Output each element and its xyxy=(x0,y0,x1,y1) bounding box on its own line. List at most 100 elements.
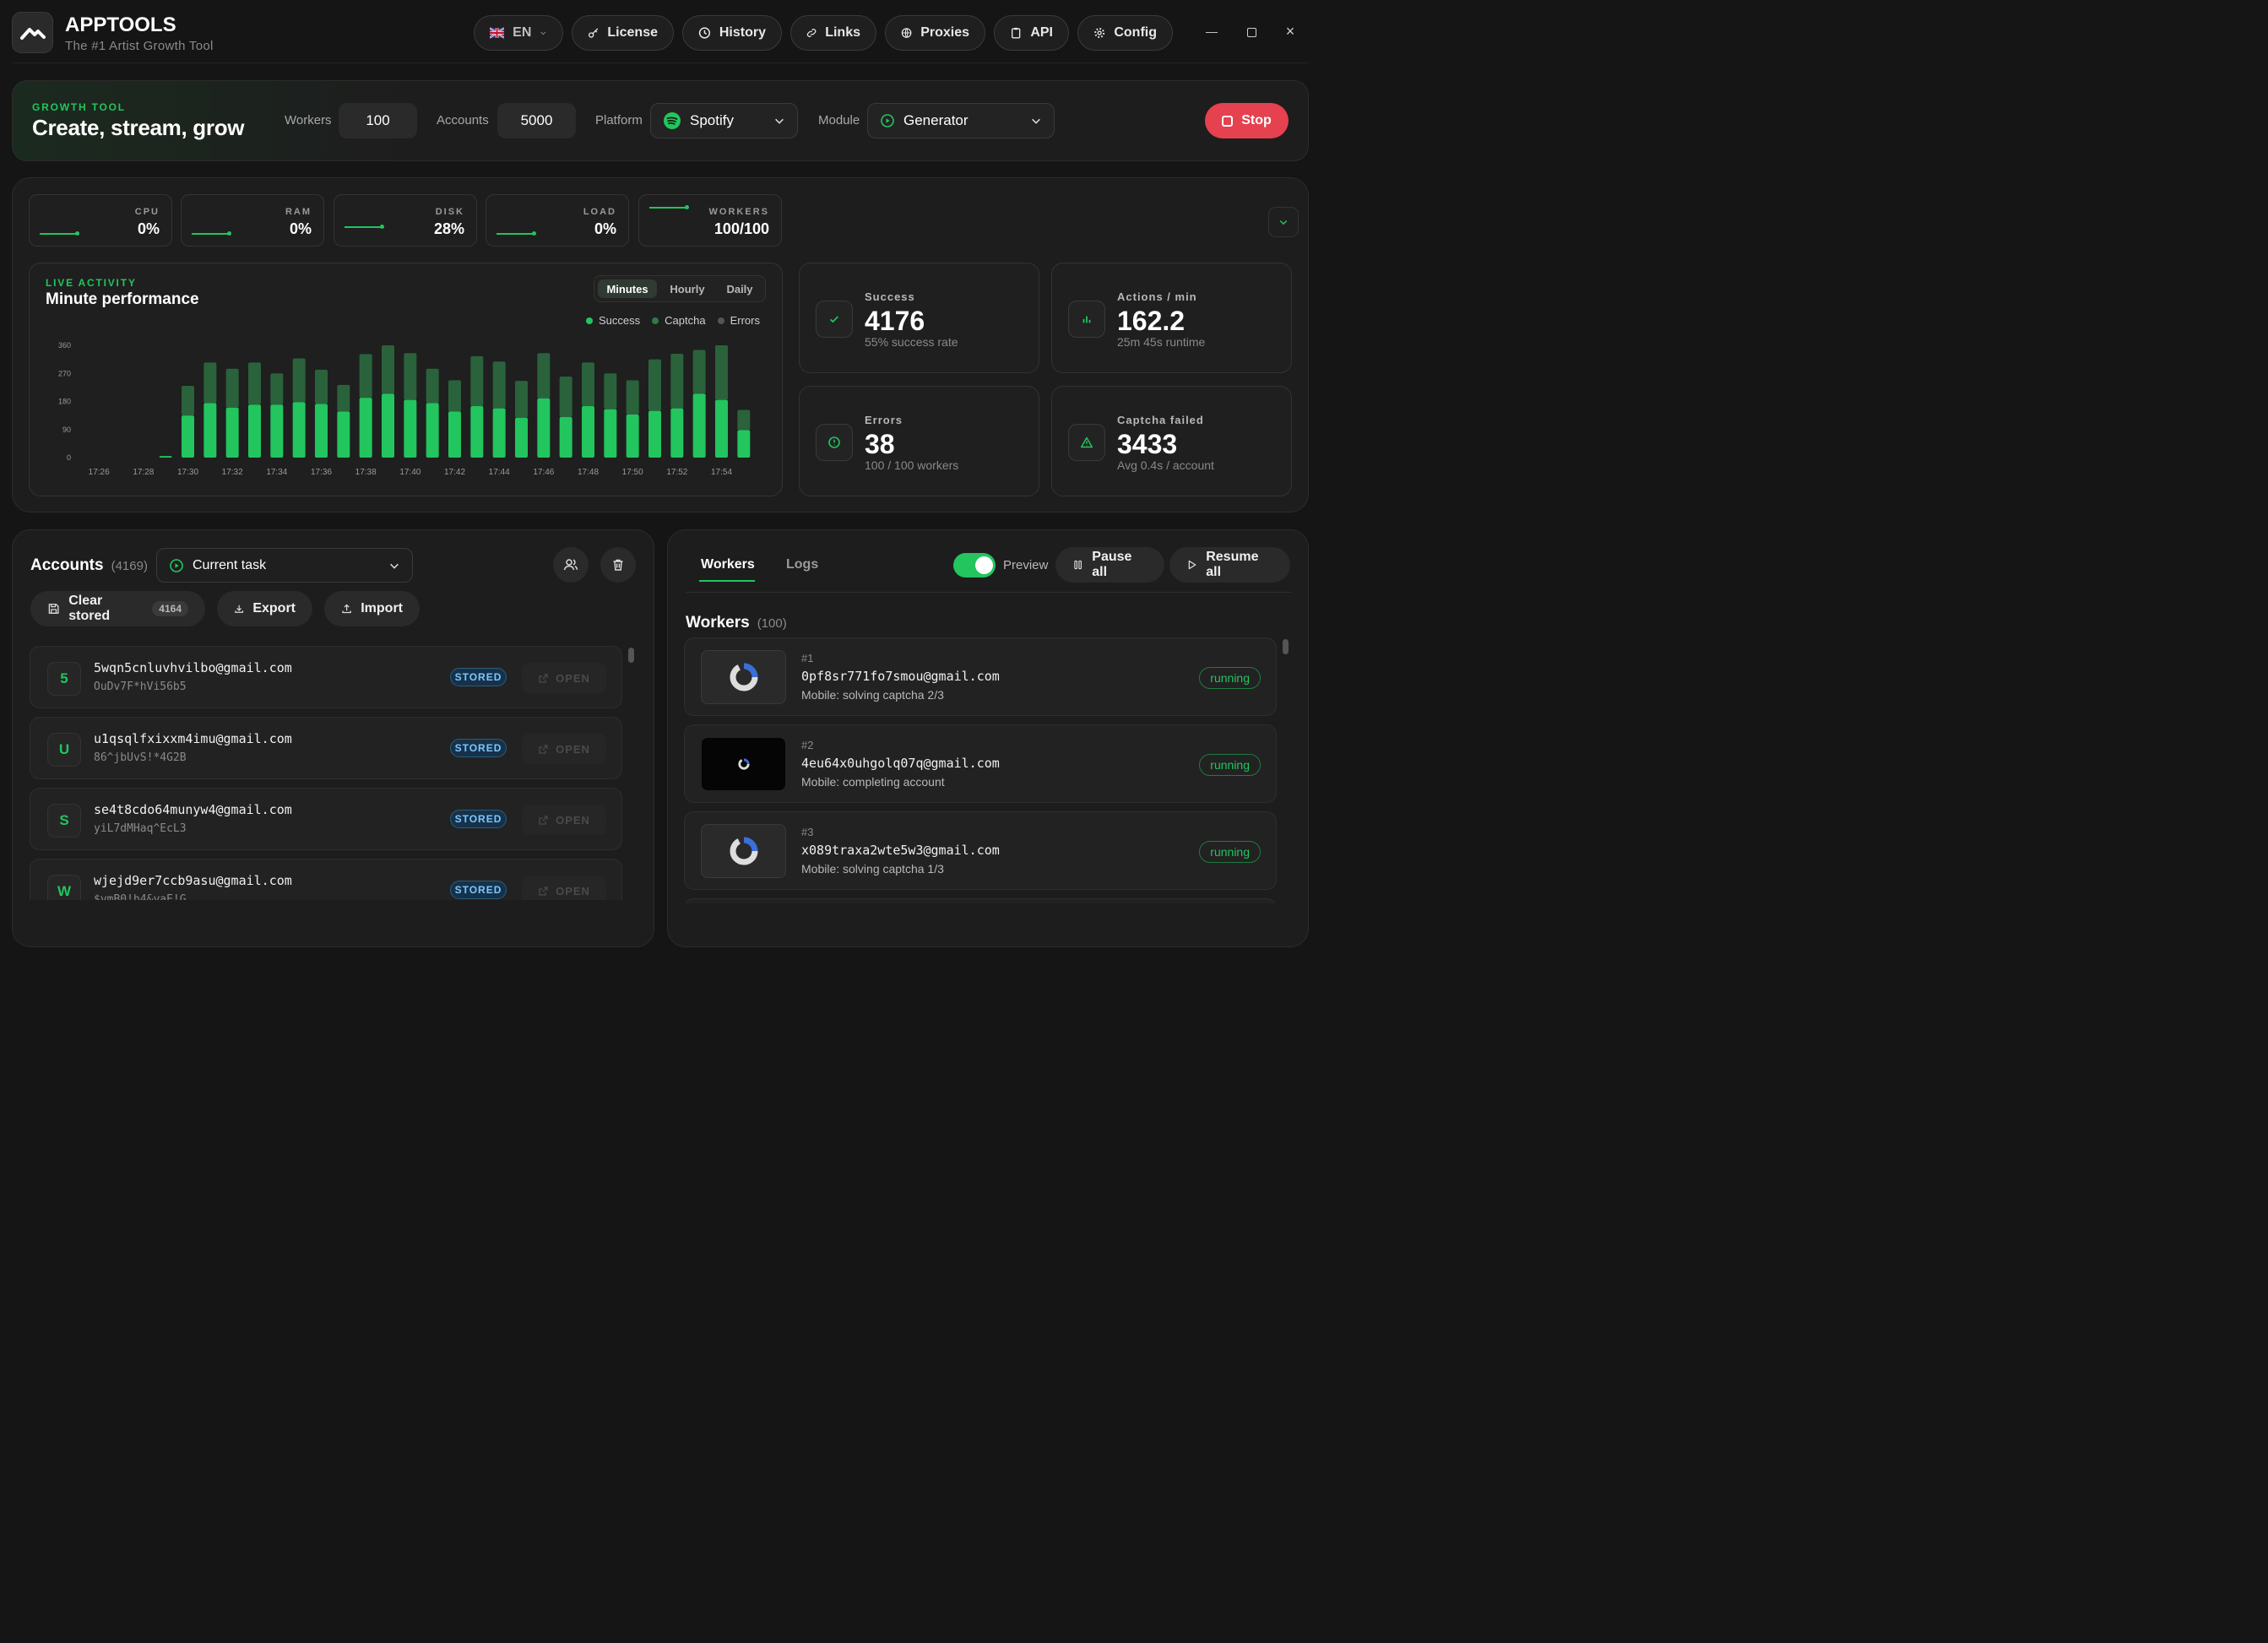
accounts-label: Accounts xyxy=(437,113,489,127)
history-button[interactable]: History xyxy=(682,15,782,51)
maximize-button[interactable] xyxy=(1242,23,1261,41)
worker-preview xyxy=(701,824,786,878)
range-minutes[interactable]: Minutes xyxy=(598,279,657,298)
captcha-sub: Avg 0.4s / account xyxy=(1117,458,1214,472)
hero-title: Create, stream, grow xyxy=(32,115,245,140)
toggle-knob xyxy=(975,556,993,574)
pause-all-button[interactable]: Pause all xyxy=(1055,547,1164,583)
x-tick-label: 17:46 xyxy=(533,468,554,477)
errors-value: 38 xyxy=(865,429,895,459)
y-tick-label: 360 xyxy=(58,341,71,350)
load-stat: LOAD 0% xyxy=(486,194,629,247)
captcha-value: 3433 xyxy=(1117,429,1178,459)
range-daily[interactable]: Daily xyxy=(718,279,762,298)
range-hourly[interactable]: Hourly xyxy=(663,279,712,298)
preview-toggle[interactable] xyxy=(953,553,996,577)
worker-email: 0pf8sr771fo7smou@gmail.com xyxy=(801,669,1000,684)
export-button[interactable]: Export xyxy=(217,591,312,626)
bar-success xyxy=(225,407,239,458)
status-badge: running xyxy=(1199,841,1261,863)
license-button[interactable]: License xyxy=(572,15,674,51)
minimize-icon: — xyxy=(1206,24,1218,38)
close-button[interactable]: × xyxy=(1281,22,1299,41)
platform-value: Spotify xyxy=(690,112,734,128)
bar-success xyxy=(159,456,172,458)
accounts-count: (4169) xyxy=(111,559,148,573)
bar-success xyxy=(537,398,551,458)
app-name: APPTOOLS xyxy=(65,14,176,36)
workers-stat: WORKERS 100/100 xyxy=(638,194,782,247)
actions-value: 162.2 xyxy=(1117,306,1186,336)
x-tick-label: 17:34 xyxy=(266,468,287,477)
bar-success xyxy=(426,403,439,458)
bar-captcha xyxy=(292,358,306,403)
worker-row: #2 4eu64x0uhgolq07q@gmail.com Mobile: co… xyxy=(684,724,1277,803)
bar-captcha xyxy=(248,362,261,405)
open-label: OPEN xyxy=(556,742,590,756)
bar-success xyxy=(670,408,684,458)
chart-legend: Success Captcha Errors xyxy=(586,314,760,327)
open-button[interactable]: OPEN xyxy=(522,663,606,693)
stat-value: 28% xyxy=(433,220,464,237)
open-button[interactable]: OPEN xyxy=(522,734,606,764)
bar-success xyxy=(248,404,261,458)
actions-card: Actions / min 162.2 25m 45s runtime xyxy=(1051,263,1292,373)
minimize-button[interactable]: — xyxy=(1202,22,1221,41)
proxies-button[interactable]: Proxies xyxy=(885,15,985,51)
task-filter-value: Current task xyxy=(193,557,267,572)
links-label: Links xyxy=(825,25,860,40)
workers-title: Workers (100) xyxy=(686,614,787,632)
bar-captcha xyxy=(537,353,551,399)
workers-scrollbar[interactable] xyxy=(1283,639,1289,654)
stop-button[interactable]: Stop xyxy=(1205,103,1289,138)
resume-all-button[interactable]: Resume all xyxy=(1169,547,1290,583)
bar-captcha xyxy=(692,350,706,394)
accounts-title: Accounts (4169) xyxy=(30,556,148,575)
accounts-input[interactable]: 5000 xyxy=(497,103,576,138)
tab-workers[interactable]: Workers xyxy=(701,557,755,572)
task-filter-select[interactable]: Current task xyxy=(156,548,413,583)
accounts-heading: Accounts xyxy=(30,556,104,574)
spark-dot xyxy=(75,231,79,236)
worker-number: #1 xyxy=(801,652,814,664)
bar-captcha xyxy=(337,384,350,412)
tabs-divider xyxy=(686,592,1292,593)
stat-key: CPU xyxy=(134,207,160,217)
api-button[interactable]: API xyxy=(994,15,1069,51)
history-label: History xyxy=(719,25,766,40)
platform-select[interactable]: Spotify xyxy=(650,103,798,138)
links-button[interactable]: Links xyxy=(790,15,876,51)
workers-input[interactable]: 100 xyxy=(339,103,417,138)
spotify-icon xyxy=(664,112,681,129)
bar-captcha xyxy=(470,355,484,407)
maximize-icon xyxy=(1246,27,1256,37)
clear-stored-button[interactable]: Clear stored 4164 xyxy=(30,591,205,626)
open-button[interactable]: OPEN xyxy=(522,805,606,835)
account-email: wjejd9er7ccb9asu@gmail.com xyxy=(94,873,292,888)
account-email: se4t8cdo64munyw4@gmail.com xyxy=(94,802,292,817)
status-badge: STORED xyxy=(450,739,507,757)
collapse-button[interactable] xyxy=(1268,207,1299,237)
users-button[interactable] xyxy=(553,547,589,583)
import-button[interactable]: Import xyxy=(324,591,420,626)
bar-captcha xyxy=(737,409,751,431)
worker-preview xyxy=(701,737,786,791)
delete-button[interactable] xyxy=(600,547,636,583)
accounts-scrollbar[interactable] xyxy=(628,648,634,663)
app-logo xyxy=(12,12,53,53)
module-select[interactable]: Generator xyxy=(867,103,1055,138)
worker-status: Mobile: solving captcha 1/3 xyxy=(801,862,944,876)
chevron-down-icon xyxy=(1279,220,1288,225)
bar-captcha xyxy=(670,353,684,409)
tab-workers-underline xyxy=(699,580,755,582)
bar-captcha xyxy=(648,359,661,411)
success-value: 4176 xyxy=(865,306,925,336)
language-select[interactable]: EN xyxy=(474,15,563,51)
bar-success xyxy=(648,410,661,458)
activity-title: Minute performance xyxy=(46,290,199,308)
tab-logs[interactable]: Logs xyxy=(786,557,818,572)
bar-chart-icon xyxy=(1068,301,1105,338)
config-button[interactable]: Config xyxy=(1077,15,1173,51)
bar-success xyxy=(492,408,506,458)
users-icon xyxy=(563,559,578,571)
